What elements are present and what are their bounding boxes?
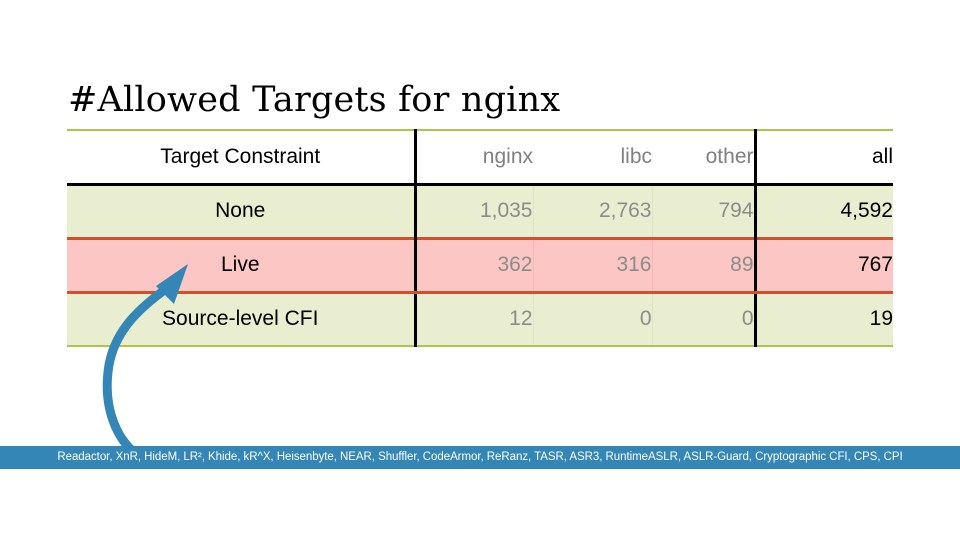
column-header-libc: libc: [533, 129, 652, 186]
cell-target-constraint: None: [67, 184, 417, 238]
cell-other: 0: [651, 292, 755, 347]
cell-nginx: 1,035: [479, 199, 533, 222]
table-header-row: Target Constraint nginx libc other all: [67, 129, 893, 186]
column-header-other: other: [652, 129, 755, 186]
table-body: None 1,035 2,763 794 4,592 Live 362 316 …: [67, 184, 893, 347]
table-header: Target Constraint nginx libc other all: [67, 129, 893, 186]
page-title: #Allowed Targets for nginx: [68, 80, 561, 121]
table-row: Source-level CFI 12 0 0 19: [67, 292, 893, 347]
cell-all: 19: [753, 292, 893, 347]
cell-libc: 316: [532, 236, 652, 294]
cell-all: 4,592: [753, 184, 893, 238]
column-header-nginx: nginx: [415, 129, 533, 186]
slide: #Allowed Targets for nginx Target Constr…: [0, 0, 960, 540]
column-header-all: all: [753, 129, 893, 186]
allowed-targets-table-wrapper: Target Constraint nginx libc other all N…: [67, 129, 893, 347]
cell-target-constraint: Live: [67, 236, 417, 294]
cell-libc: 2,763: [532, 184, 652, 238]
references-caption: Readactor, XnR, HideM, LR², Khide, kR^X,…: [0, 446, 960, 469]
column-header-target-constraint: Target Constraint: [67, 129, 417, 186]
table-row: Live 362 316 89 767: [67, 236, 893, 294]
cell-other: 89: [651, 236, 755, 294]
cell-libc: 0: [532, 292, 652, 347]
cell-nginx: 362: [414, 236, 533, 294]
allowed-targets-table: Target Constraint nginx libc other all N…: [67, 129, 893, 347]
table-row: None 1,035 2,763 794 4,592: [67, 184, 893, 238]
cell-other: 794: [651, 184, 755, 238]
cell-nginx: 12: [415, 292, 533, 347]
cell-all: 767: [753, 236, 893, 294]
cell-target-constraint: Source-level CFI: [67, 292, 417, 347]
